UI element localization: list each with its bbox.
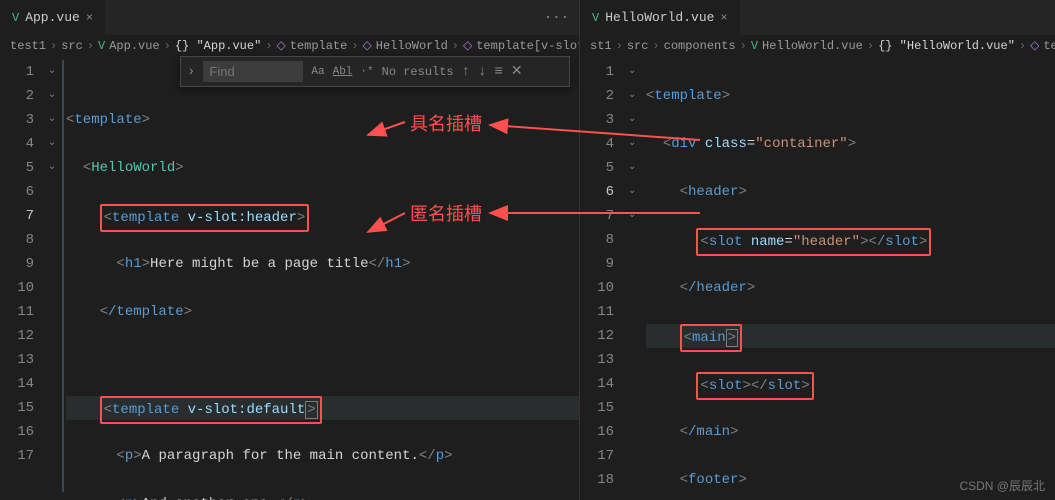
gutter-right: 123 456 789 101112 131415 161718 — [580, 56, 628, 500]
annotation-anon-slot: 匿名插槽 — [410, 200, 482, 226]
editor-right[interactable]: 123 456 789 101112 131415 161718 ⌄⌄⌄ ⌄⌄ … — [580, 56, 1055, 500]
close-find-icon[interactable]: ✕ — [511, 63, 523, 80]
next-match-icon[interactable]: ↓ — [478, 64, 486, 80]
fold-gutter-right[interactable]: ⌄⌄⌄ ⌄⌄ ⌄⌄ — [628, 56, 642, 500]
find-in-selection-icon[interactable]: ≡ — [494, 64, 502, 80]
watermark: CSDN @辰辰北 — [959, 477, 1045, 494]
code-right[interactable]: <template> <div class="container"> <head… — [642, 56, 1055, 500]
find-expand-icon[interactable]: › — [187, 64, 195, 80]
regex[interactable]: ·* — [360, 66, 373, 78]
tab-helloworld-vue[interactable]: V HelloWorld.vue × — [580, 0, 741, 35]
breadcrumb-right[interactable]: st1› src› components› VHelloWorld.vue› {… — [580, 35, 1055, 56]
match-case[interactable]: Aa — [311, 66, 324, 78]
default-slot-usage: <template v-slot:default> — [100, 396, 322, 424]
slot-default-def: <slot></slot> — [696, 372, 813, 400]
tab-overflow[interactable]: ··· — [534, 0, 579, 35]
prev-match-icon[interactable]: ↑ — [462, 64, 470, 80]
vue-icon: V — [12, 11, 19, 25]
tab-label: HelloWorld.vue — [605, 10, 714, 25]
match-word[interactable]: Abl — [333, 66, 353, 78]
fold-gutter[interactable]: ⌄⌄⌄ ⌄ ⌄ — [48, 56, 62, 500]
tab-app-vue[interactable]: V App.vue × — [0, 0, 106, 35]
breadcrumb-left[interactable]: test1› src› VApp.vue› {} "App.vue"› ◇tem… — [0, 35, 579, 56]
find-input[interactable] — [203, 61, 303, 82]
editor-left[interactable]: 123 456 789 101112 131415 1617 ⌄⌄⌄ ⌄ ⌄ <… — [0, 56, 579, 500]
close-icon[interactable]: × — [720, 11, 727, 25]
annotation-named-slot: 具名插槽 — [410, 110, 482, 136]
vue-icon: V — [592, 11, 599, 25]
tabs-left: V App.vue × ··· — [0, 0, 579, 35]
code-left[interactable]: <template> <HelloWorld> <template v-slot… — [62, 56, 579, 500]
find-bar: › Aa Abl ·* No results ↑ ↓ ≡ ✕ — [180, 56, 570, 87]
find-results: No results — [382, 65, 454, 79]
named-slot-usage: <template v-slot:header> — [100, 204, 310, 232]
slot-header-def: <slot name="header"></slot> — [696, 228, 931, 256]
tabs-right: V HelloWorld.vue × — [580, 0, 1055, 35]
main-wrap: <main> — [680, 324, 742, 352]
tab-label: App.vue — [25, 10, 80, 25]
gutter-left: 123 456 789 101112 131415 1617 — [0, 56, 48, 500]
close-icon[interactable]: × — [86, 11, 93, 25]
